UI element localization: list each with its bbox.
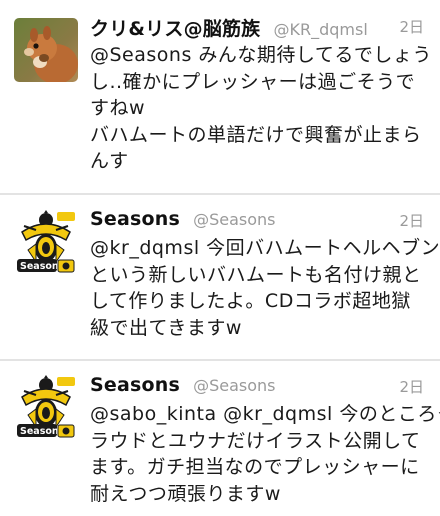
tweet-text-line: @sabo_kinta @kr_dqmsl 今のところク bbox=[90, 403, 440, 425]
avatar[interactable] bbox=[14, 18, 78, 82]
handle[interactable]: @Seasons bbox=[193, 210, 275, 229]
squirrel-avatar-icon bbox=[14, 18, 78, 82]
tweet-text-line: という新しいバハムートも名付け親と bbox=[90, 263, 422, 286]
seasons-logo-avatar-icon: Seasons bbox=[14, 375, 78, 439]
tweet-text-line: 級で出てきますw bbox=[90, 316, 242, 339]
tweet-header: Seasons @Seasons 2日 bbox=[90, 208, 424, 234]
tweet-text-line: して作りましたよ。CDコラボ超地獄 bbox=[90, 290, 411, 312]
tweet-item[interactable]: Seasons Seasons @Seasons 2日 @sabo_kinta … bbox=[0, 361, 440, 516]
display-name[interactable]: Seasons bbox=[90, 208, 180, 230]
tweet-text-line: @Seasons みんな期待してるでしょう bbox=[90, 44, 432, 66]
timestamp[interactable]: 2日 bbox=[399, 210, 424, 231]
timestamp[interactable]: 2日 bbox=[399, 376, 424, 397]
handle[interactable]: @Seasons bbox=[193, 376, 275, 395]
tweet-item[interactable]: Seasons Seasons @Seasons 2日 @kr_dqmsl 今回… bbox=[0, 195, 440, 361]
tweet-text-line: すねw bbox=[90, 97, 146, 119]
timestamp[interactable]: 2日 bbox=[399, 16, 424, 37]
tweet-text-line: し..確かにプレッシャーは過ごそうで bbox=[90, 70, 416, 93]
display-name[interactable]: Seasons bbox=[90, 374, 180, 396]
seasons-logo-avatar-icon: Seasons bbox=[14, 210, 78, 274]
tweet-text-line: ます。ガチ担当なのでプレッシャーに bbox=[90, 456, 420, 478]
tweet-text: @kr_dqmsl 今回バハムートヘルヘブン という新しいバハムートも名付け親と… bbox=[90, 235, 440, 341]
avatar[interactable]: Seasons bbox=[14, 375, 78, 439]
tweet-text-line: 耐えつつ頑張りますw bbox=[90, 482, 281, 505]
tweet-header: クリ&リス@脳筋族 @KR_dqmsl 2日 bbox=[90, 14, 424, 40]
tweet-text: @Seasons みんな期待してるでしょう し..確かにプレッシャーは過ごそうで… bbox=[90, 42, 432, 175]
handle[interactable]: @KR_dqmsl bbox=[273, 20, 367, 39]
tweet-text-line: ラウドとユウナだけイラスト公開して bbox=[90, 429, 421, 452]
tweet-text-line: んす bbox=[90, 150, 129, 172]
avatar[interactable]: Seasons bbox=[14, 210, 78, 274]
tweet-item[interactable]: クリ&リス@脳筋族 @KR_dqmsl 2日 @Seasons みんな期待してる… bbox=[0, 0, 440, 194]
tweet-text-line: バハムートの単語だけで興奮が止まら bbox=[90, 123, 422, 146]
tweet-text-line: @kr_dqmsl 今回バハムートヘルヘブン bbox=[90, 237, 440, 259]
tweet-text: @sabo_kinta @kr_dqmsl 今のところク ラウドとユウナだけイラ… bbox=[90, 401, 440, 507]
tweet-timeline: クリ&リス@脳筋族 @KR_dqmsl 2日 @Seasons みんな期待してる… bbox=[0, 0, 440, 516]
display-name[interactable]: クリ&リス@脳筋族 bbox=[90, 18, 260, 40]
tweet-header: Seasons @Seasons 2日 bbox=[90, 374, 424, 400]
